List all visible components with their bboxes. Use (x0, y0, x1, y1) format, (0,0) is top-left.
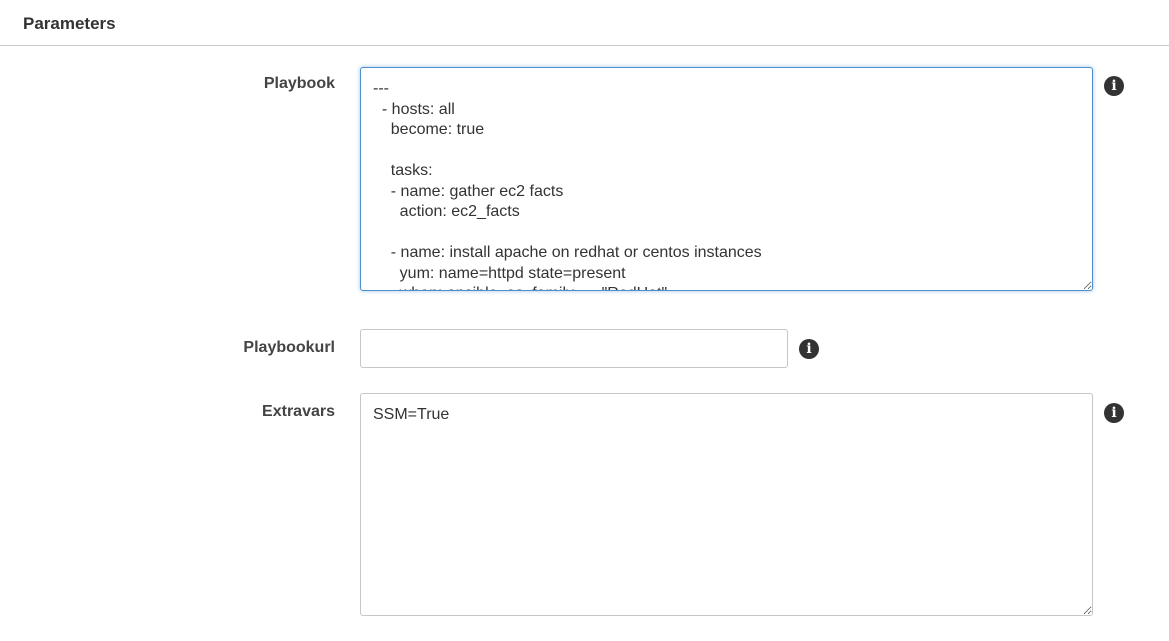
playbookurl-info-icon[interactable]: i (799, 339, 819, 359)
playbook-label: Playbook (263, 75, 335, 92)
playbookurl-label: Playbookurl (243, 339, 335, 356)
playbook-textarea[interactable]: --- - hosts: all become: true tasks: - n… (360, 67, 1093, 291)
playbook-info-icon[interactable]: i (1104, 76, 1124, 96)
parameters-page: Parameters Playbook --- - hosts: all bec… (0, 0, 1169, 641)
extravars-textarea[interactable]: SSM=True (360, 393, 1093, 616)
section-divider (0, 45, 1169, 46)
section-title: Parameters (23, 14, 116, 33)
playbookurl-input[interactable] (360, 329, 788, 368)
extravars-info-icon[interactable]: i (1104, 403, 1124, 423)
extravars-label: Extravars (262, 403, 335, 420)
